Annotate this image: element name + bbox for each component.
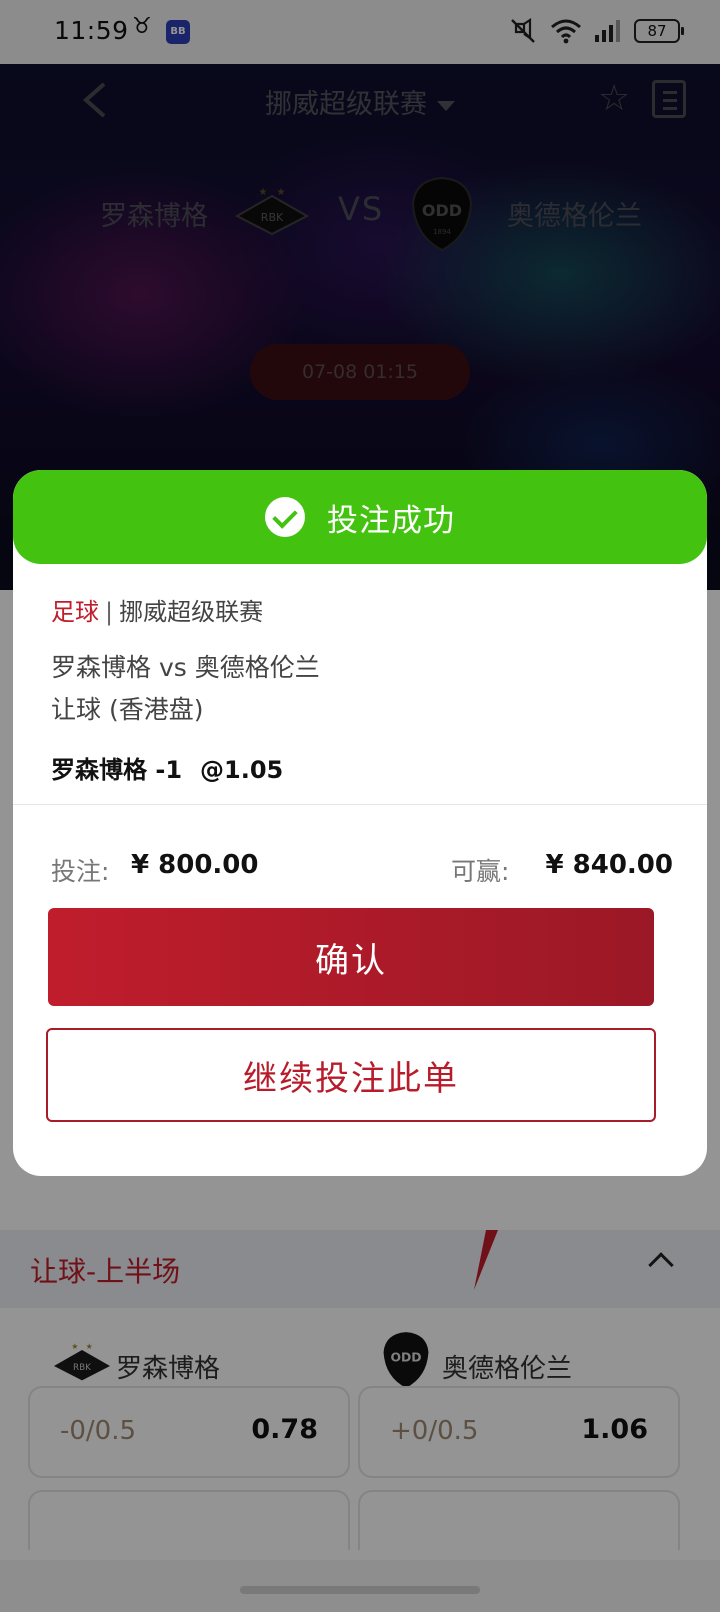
dialog-header: 投注成功 — [13, 470, 707, 564]
sport-label: 足球 — [51, 598, 99, 626]
stake-amount: ¥ 800.00 — [131, 850, 259, 880]
continue-betting-button[interactable]: 继续投注此单 — [46, 1028, 656, 1122]
selection-label: 罗森博格 -1 — [51, 756, 183, 784]
divider — [13, 804, 707, 805]
check-circle-icon — [265, 497, 305, 537]
dialog-title: 投注成功 — [327, 502, 455, 539]
match-name: 罗森博格 vs 奥德格伦兰 — [51, 653, 320, 682]
stake-label: 投注: — [51, 857, 110, 886]
win-amount: ¥ 840.00 — [545, 850, 673, 880]
separator: | — [105, 598, 114, 626]
market-name: 让球 (香港盘) — [51, 695, 204, 724]
win-label: 可赢: — [451, 857, 510, 886]
bet-category: 足球 | 挪威超级联赛 — [51, 592, 263, 627]
league-label: 挪威超级联赛 — [119, 598, 264, 626]
confirm-button[interactable]: 确认 — [48, 908, 654, 1006]
bet-selection: 罗森博格 -1 @1.05 — [51, 750, 283, 785]
bet-success-dialog: 投注成功 足球 | 挪威超级联赛 罗森博格 vs 奥德格伦兰 让球 (香港盘) 罗森… — [13, 470, 707, 1176]
selection-odds: @1.05 — [200, 756, 284, 784]
